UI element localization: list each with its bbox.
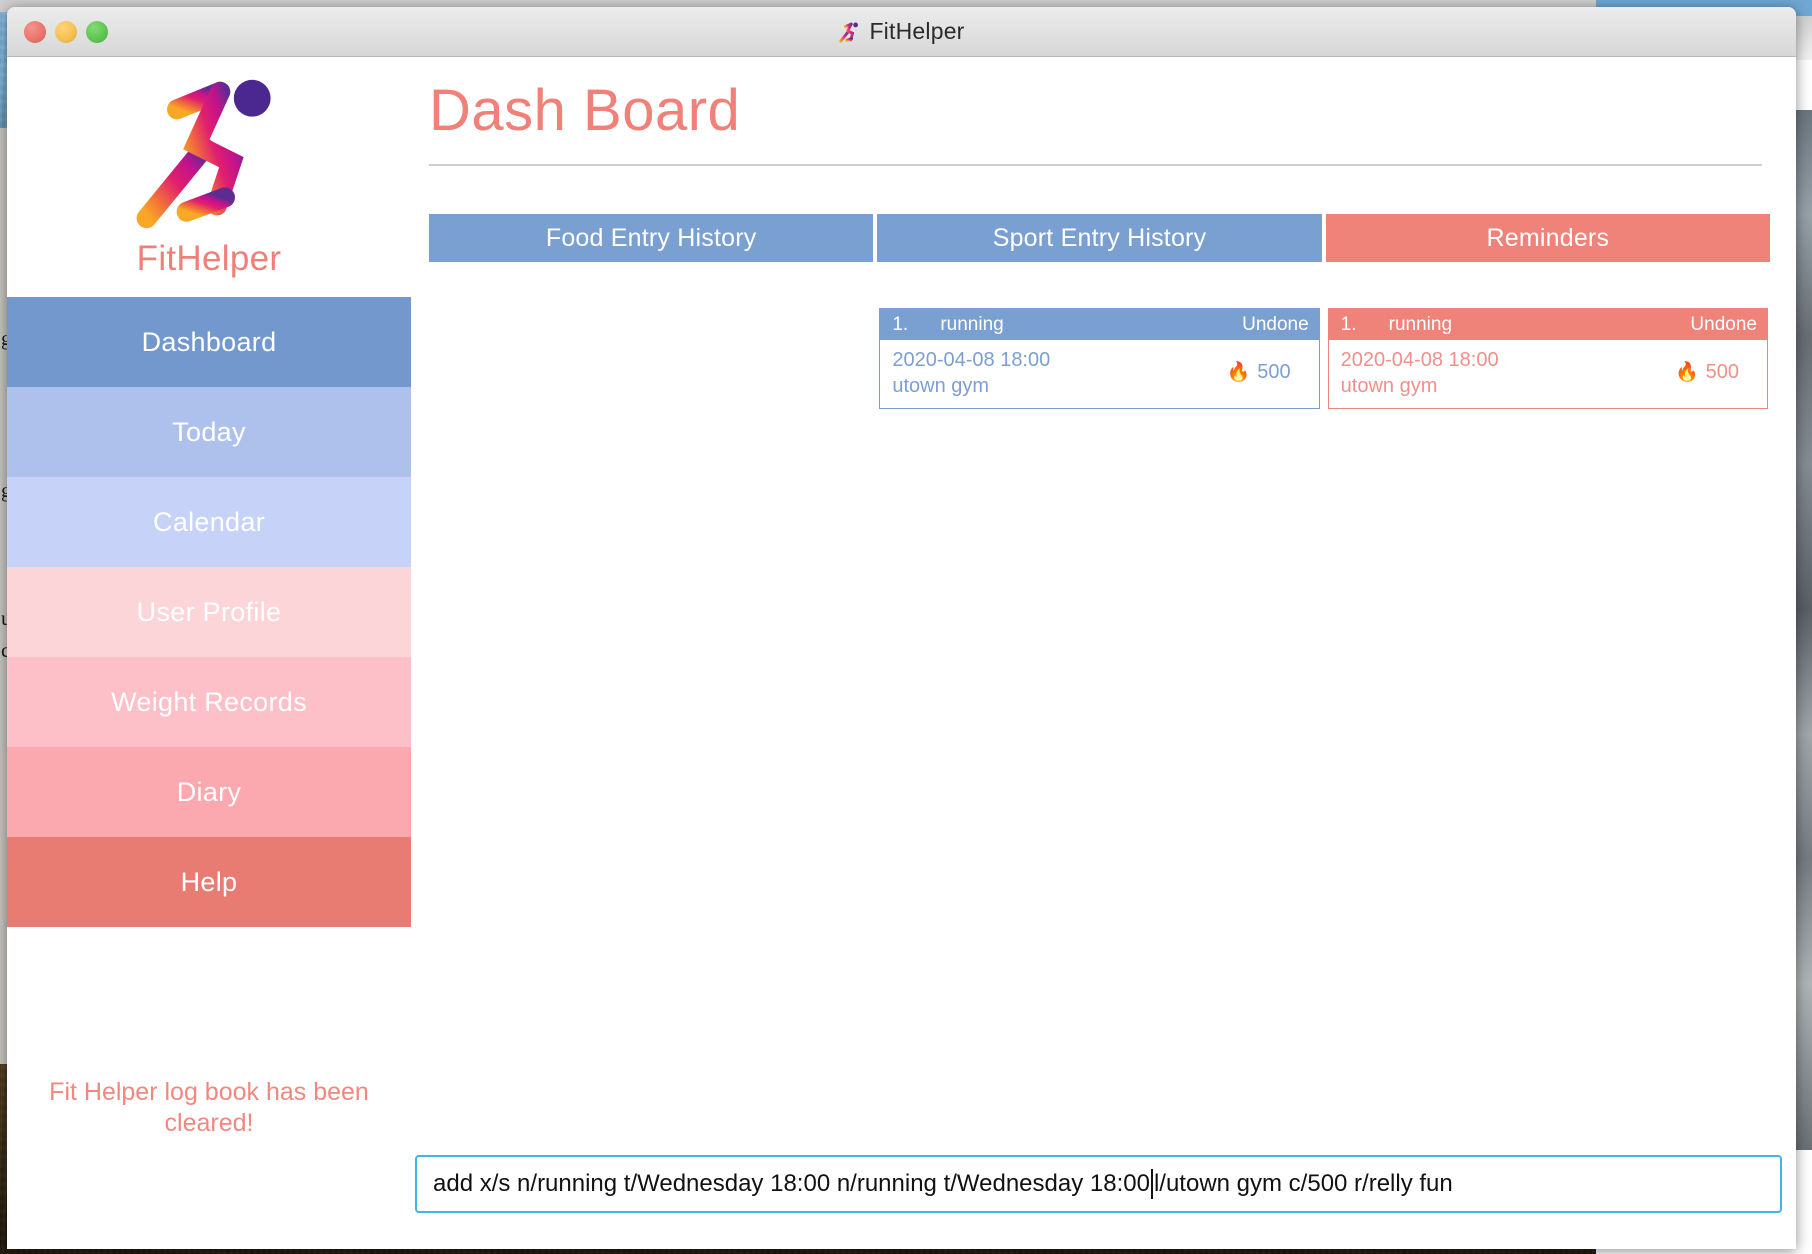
tab-reminders[interactable]: Reminders <box>1325 214 1770 262</box>
window-content: FitHelper Dashboard Today Calendar User … <box>7 57 1796 1249</box>
flame-icon: 🔥 <box>1226 362 1251 383</box>
window-title: FitHelper <box>7 18 1796 45</box>
flame-icon: 🔥 <box>1674 362 1699 383</box>
panel-sport-entry-history: 1. running Undone 2020-04-08 18:00 utown… <box>877 308 1321 409</box>
status-badge: Undone <box>1242 313 1309 335</box>
entry-datetime: 2020-04-08 18:00 <box>892 349 1051 371</box>
entry-location: utown gym <box>892 375 990 397</box>
entry-calories: 🔥 500 <box>1227 347 1307 384</box>
text-caret <box>1150 1169 1153 1199</box>
tab-sport-entry-history[interactable]: Sport Entry History <box>877 214 1322 262</box>
entry-calorie-value: 500 <box>1257 361 1291 383</box>
sidebar-nav: Dashboard Today Calendar User Profile We… <box>7 297 411 927</box>
entry-details: 2020-04-08 18:00 utown gym <box>1341 347 1675 399</box>
sidebar-branding: FitHelper <box>7 57 411 279</box>
command-text-before-caret: add x/s n/running t/Wednesday 18:00 n/ru… <box>433 1170 1150 1197</box>
runner-logo-icon <box>136 79 274 229</box>
entry-card-header: 1. running Undone <box>1328 309 1767 340</box>
sidebar-item-label: Help <box>180 866 238 897</box>
sidebar-item-label: Diary <box>176 776 242 807</box>
sidebar-item-label: User Profile <box>136 596 282 627</box>
sidebar-item-label: Today <box>172 416 246 447</box>
sidebar-item-label: Calendar <box>153 506 265 537</box>
runner-icon <box>839 22 859 43</box>
entry-card-header: 1. running Undone <box>880 309 1319 340</box>
sidebar-item-help[interactable]: Help <box>7 837 411 927</box>
entry-calorie-value: 500 <box>1705 361 1739 383</box>
entry-details: 2020-04-08 18:00 utown gym <box>892 347 1226 399</box>
tab-label: Sport Entry History <box>992 223 1207 252</box>
command-bar: add x/s n/running t/Wednesday 18:00 n/ru… <box>415 1155 1782 1213</box>
brand-name: FitHelper <box>136 239 282 278</box>
sidebar-item-diary[interactable]: Diary <box>7 747 411 837</box>
entry-calories: 🔥 500 <box>1675 347 1755 384</box>
sidebar-item-calendar[interactable]: Calendar <box>7 477 411 567</box>
status-badge: Undone <box>1690 313 1757 335</box>
entry-name: running <box>940 313 1004 335</box>
entry-index: 1. <box>1340 313 1357 335</box>
window-title-text: FitHelper <box>869 18 965 44</box>
page-title: Dash Board <box>429 78 741 143</box>
sport-entry-card[interactable]: 1. running Undone 2020-04-08 18:00 utown… <box>879 308 1320 409</box>
entry-name: running <box>1388 313 1453 335</box>
entry-card-body: 2020-04-08 18:00 utown gym 🔥 500 <box>1329 340 1767 408</box>
panel-row: 1. running Undone 2020-04-08 18:00 utown… <box>429 308 1770 409</box>
tab-label: Reminders <box>1486 223 1610 252</box>
sidebar-item-label: Weight Records <box>111 686 307 717</box>
command-text-after-caret: l/utown gym c/500 r/relly fun <box>1153 1170 1453 1197</box>
sidebar-item-weight-records[interactable]: Weight Records <box>7 657 411 747</box>
sidebar: FitHelper Dashboard Today Calendar User … <box>7 57 411 1249</box>
sidebar-item-user-profile[interactable]: User Profile <box>7 567 411 657</box>
tab-bar: Food Entry History Sport Entry History R… <box>429 214 1770 262</box>
main-pane: Dash Board Food Entry History Sport Entr… <box>411 57 1796 1249</box>
sidebar-item-label: Dashboard <box>141 326 277 357</box>
entry-location: utown gym <box>1340 375 1438 397</box>
status-message: Fit Helper log book has been cleared! <box>49 1078 369 1137</box>
entry-index: 1. <box>892 313 909 335</box>
window-titlebar[interactable]: FitHelper <box>7 7 1796 57</box>
reminder-card[interactable]: 1. running Undone 2020-04-08 18:00 utown… <box>1327 308 1768 409</box>
app-window: FitHelper FitHelper Dashboard Today Cale… <box>7 7 1796 1249</box>
tab-food-entry-history[interactable]: Food Entry History <box>429 214 874 262</box>
entry-card-body: 2020-04-08 18:00 utown gym 🔥 500 <box>880 340 1318 408</box>
title-divider <box>429 164 1762 166</box>
panel-food-entry-history <box>429 308 873 409</box>
panel-reminders: 1. running Undone 2020-04-08 18:00 utown… <box>1326 308 1770 409</box>
command-input[interactable]: add x/s n/running t/Wednesday 18:00 n/ru… <box>415 1155 1782 1213</box>
tab-label: Food Entry History <box>545 223 757 252</box>
sidebar-item-today[interactable]: Today <box>7 387 411 477</box>
entry-datetime: 2020-04-08 18:00 <box>1340 349 1499 371</box>
sidebar-item-dashboard[interactable]: Dashboard <box>7 297 411 387</box>
